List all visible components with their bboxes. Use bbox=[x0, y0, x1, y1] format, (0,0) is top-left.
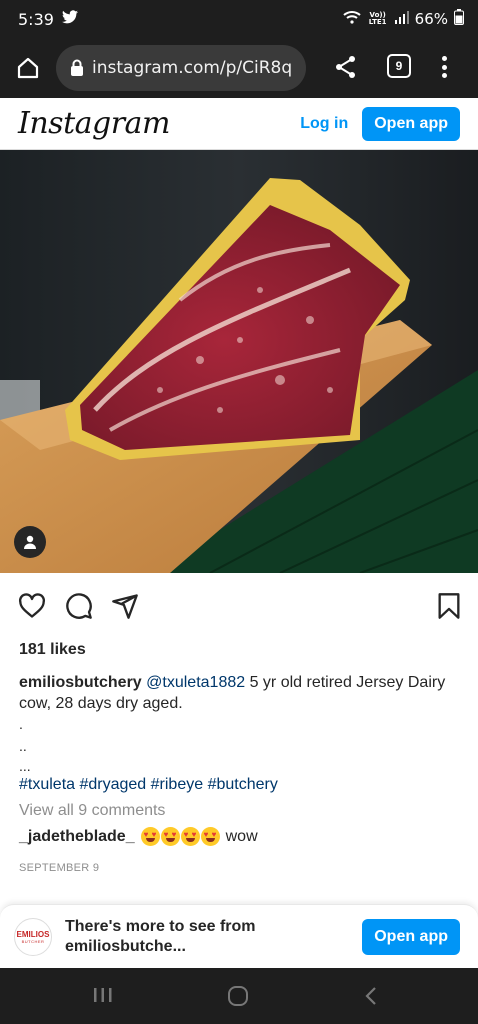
status-time: 5:39 bbox=[18, 9, 54, 29]
home-nav-button[interactable] bbox=[227, 986, 249, 1011]
caption-username[interactable]: emiliosbutchery bbox=[19, 674, 142, 691]
lock-icon bbox=[71, 59, 83, 76]
send-icon bbox=[112, 594, 138, 619]
hashtags[interactable]: #txuleta #dryaged #ribeye #butchery bbox=[19, 776, 278, 794]
open-app-button[interactable]: Open app bbox=[362, 106, 460, 141]
login-link[interactable]: Log in bbox=[300, 115, 348, 133]
status-bar: 5:39 Vo)) LTE1 66% bbox=[0, 0, 478, 38]
like-button[interactable] bbox=[18, 592, 46, 625]
twitter-icon bbox=[61, 9, 78, 29]
comment-icon bbox=[66, 593, 92, 619]
more-options-button[interactable] bbox=[434, 54, 454, 80]
profile-avatar[interactable]: EMILIOS BUTCHER bbox=[14, 917, 52, 956]
caption-dot: . bbox=[19, 716, 23, 732]
steak-photo bbox=[0, 150, 478, 573]
heart-eyes-emoji-icon: ♥ ♥ bbox=[180, 827, 200, 846]
tagged-users-button[interactable] bbox=[14, 526, 46, 558]
dot-icon bbox=[441, 56, 447, 61]
bookmark-icon bbox=[438, 593, 460, 619]
share-icon bbox=[336, 56, 355, 78]
share-post-button[interactable] bbox=[111, 592, 139, 625]
likes-count[interactable]: 181 likes bbox=[19, 641, 86, 659]
tab-switcher-button[interactable]: 9 bbox=[387, 54, 411, 78]
caption-dot: .. bbox=[19, 738, 27, 754]
comment-text: wow bbox=[225, 827, 258, 845]
post-actions bbox=[0, 590, 478, 626]
battery-icon bbox=[454, 9, 464, 29]
comment-row: _jadetheblade_ ♥ ♥ ♥ ♥ ♥ ♥ ♥ ♥ wow bbox=[19, 827, 258, 846]
wifi-icon bbox=[342, 10, 361, 28]
heart-eyes-emoji-icon: ♥ ♥ bbox=[160, 827, 180, 846]
network-indicator: Vo)) LTE1 bbox=[368, 11, 387, 26]
view-all-comments-link[interactable]: View all 9 comments bbox=[19, 802, 165, 820]
caption-mention[interactable]: @txuleta1882 bbox=[146, 674, 245, 691]
address-bar[interactable]: instagram.com/p/CiR8q bbox=[56, 45, 306, 91]
dot-icon bbox=[441, 73, 447, 78]
recent-apps-icon bbox=[94, 988, 112, 1002]
home-icon bbox=[17, 57, 39, 79]
brand-logo-subtext: BUTCHER bbox=[21, 938, 45, 944]
home-circle-icon bbox=[228, 986, 248, 1006]
heart-icon bbox=[19, 593, 45, 618]
browser-toolbar: instagram.com/p/CiR8q 9 bbox=[0, 38, 478, 98]
instagram-logo[interactable]: Instagram bbox=[18, 106, 170, 141]
app-promo-banner: EMILIOS BUTCHER There's more to see from… bbox=[0, 904, 478, 968]
dot-icon bbox=[441, 64, 447, 70]
banner-text: There's more to see from emiliosbutche..… bbox=[65, 917, 256, 955]
comment-button[interactable] bbox=[65, 592, 93, 625]
caption-dot: ... bbox=[19, 758, 31, 774]
home-button[interactable] bbox=[0, 38, 56, 98]
banner-open-app-button[interactable]: Open app bbox=[362, 918, 460, 955]
back-button[interactable] bbox=[363, 986, 379, 1011]
heart-eyes-emoji-icon: ♥ ♥ bbox=[200, 827, 220, 846]
brand-logo-text: EMILIOS bbox=[16, 929, 50, 939]
system-navigation-bar bbox=[0, 968, 478, 1024]
user-icon bbox=[24, 535, 36, 549]
recent-apps-button[interactable] bbox=[93, 986, 113, 1009]
battery-level: 66% bbox=[414, 10, 448, 28]
heart-eyes-emojis: ♥ ♥ ♥ ♥ ♥ ♥ ♥ ♥ bbox=[140, 827, 220, 846]
post-date[interactable]: SEPTEMBER 9 bbox=[19, 862, 99, 874]
url-text: instagram.com/p/CiR8q bbox=[92, 58, 293, 78]
post-caption: emiliosbutchery @txuleta1882 5 yr old re… bbox=[19, 672, 459, 714]
save-button[interactable] bbox=[436, 592, 462, 625]
signal-icon bbox=[394, 10, 409, 28]
heart-eyes-emoji-icon: ♥ ♥ bbox=[140, 827, 160, 846]
instagram-header: Instagram Log in Open app bbox=[0, 98, 478, 150]
back-chevron-icon bbox=[365, 987, 376, 1005]
post-photo[interactable] bbox=[0, 150, 478, 573]
share-button[interactable] bbox=[333, 54, 359, 85]
comment-username[interactable]: _jadetheblade_ bbox=[19, 828, 135, 846]
